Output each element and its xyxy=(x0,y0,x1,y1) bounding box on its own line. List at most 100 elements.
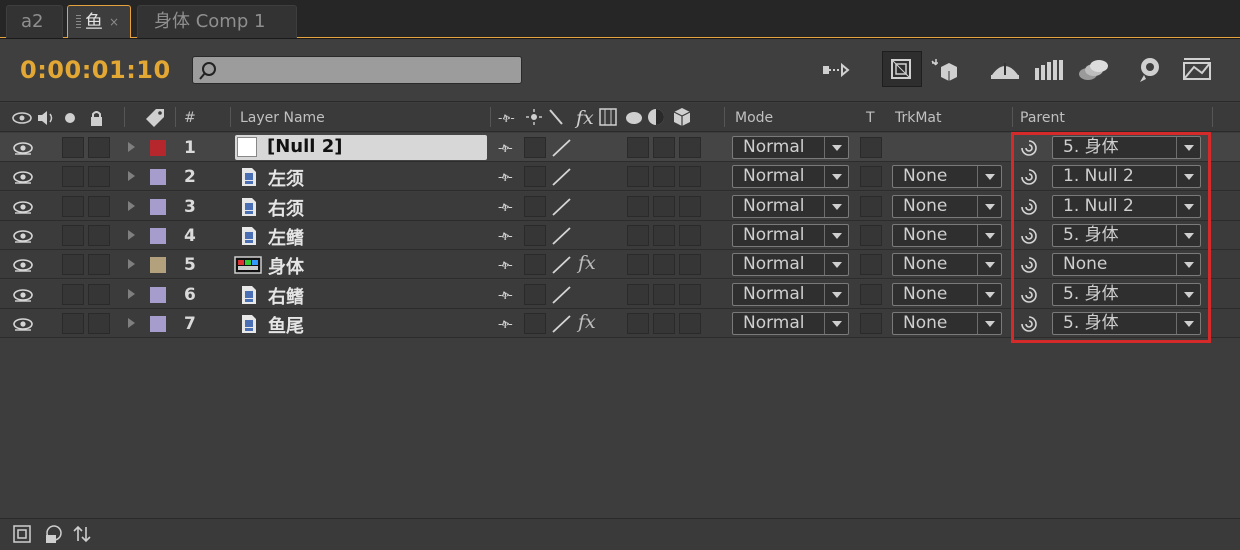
motion-blur-switch[interactable] xyxy=(653,166,675,188)
3d-layer-switch[interactable] xyxy=(679,254,701,276)
preserve-transparency-switch[interactable] xyxy=(860,254,882,276)
trkmat-dropdown[interactable]: None xyxy=(892,223,1002,247)
solo-switch[interactable] xyxy=(62,283,84,305)
3d-layer-switch[interactable] xyxy=(679,166,701,188)
shy-switch[interactable]: -ቅ- xyxy=(498,258,513,273)
shy-switch[interactable]: -ቅ- xyxy=(498,170,513,185)
collapse-switch[interactable] xyxy=(524,137,546,158)
quality-switch-icon[interactable] xyxy=(550,254,574,276)
label-color-swatch[interactable] xyxy=(150,198,166,215)
lock-switch[interactable] xyxy=(88,137,110,158)
trkmat-dropdown[interactable]: None xyxy=(892,165,1002,189)
expand-triangle-icon[interactable] xyxy=(128,259,135,270)
motion-blur-switch[interactable] xyxy=(653,195,675,217)
tab-body-comp[interactable]: 身体 Comp 1 xyxy=(137,5,297,38)
3d-layer-switch[interactable] xyxy=(679,195,701,217)
quality-switch-icon[interactable] xyxy=(550,166,574,188)
tab-a2[interactable]: a2 xyxy=(6,5,63,38)
parent-column-header[interactable]: Parent xyxy=(1020,110,1065,126)
layer-name[interactable]: 右须 xyxy=(268,195,304,221)
solo-switch[interactable] xyxy=(62,195,84,217)
visibility-eye-icon[interactable] xyxy=(12,286,34,302)
mode-dropdown[interactable]: Normal xyxy=(732,282,849,306)
mode-dropdown[interactable]: Normal xyxy=(732,136,849,159)
trkmat-column-header[interactable]: TrkMat xyxy=(895,110,942,126)
layer-name-column-header[interactable]: Layer Name xyxy=(240,110,325,126)
layer-name[interactable]: 右鳍 xyxy=(268,283,304,309)
lock-switch[interactable] xyxy=(88,166,110,188)
frame-blend-switch[interactable] xyxy=(627,166,649,188)
label-color-swatch[interactable] xyxy=(150,140,166,156)
label-color-swatch[interactable] xyxy=(150,286,166,303)
visibility-eye-icon[interactable] xyxy=(12,198,34,214)
trkmat-dropdown[interactable]: None xyxy=(892,253,1002,277)
frame-blend-switch[interactable] xyxy=(627,195,649,217)
tab-fish-active[interactable]: 鱼 × xyxy=(67,5,131,38)
layer-name[interactable]: 身体 xyxy=(268,253,304,279)
shy-switch[interactable]: -ቅ- xyxy=(498,141,513,156)
graph-editor-icon[interactable] xyxy=(1134,55,1168,85)
solo-switch[interactable] xyxy=(62,224,84,246)
layer-name[interactable]: 左鳍 xyxy=(268,224,304,250)
expand-triangle-icon[interactable] xyxy=(128,142,135,152)
t-column-header[interactable]: T xyxy=(866,110,875,126)
frame-blending-icon[interactable] xyxy=(988,55,1022,85)
layer-name[interactable]: 鱼尾 xyxy=(268,312,304,338)
label-color-swatch[interactable] xyxy=(150,257,166,274)
quality-switch-icon[interactable] xyxy=(550,313,574,335)
preserve-transparency-switch[interactable] xyxy=(860,312,882,334)
mode-dropdown[interactable]: Normal xyxy=(732,194,849,218)
3d-layer-switch[interactable] xyxy=(679,283,701,305)
drag-grip-icon[interactable] xyxy=(76,15,81,29)
quality-switch-icon[interactable] xyxy=(550,284,574,306)
collapse-switch[interactable] xyxy=(524,166,546,188)
visibility-eye-icon[interactable] xyxy=(12,315,34,331)
frame-blend-switch[interactable] xyxy=(627,283,649,305)
mode-dropdown[interactable]: Normal xyxy=(732,311,849,335)
visibility-eye-icon[interactable] xyxy=(12,227,34,243)
effects-switch[interactable]: fx xyxy=(578,311,596,333)
label-color-swatch[interactable] xyxy=(150,169,166,186)
3d-layer-switch[interactable] xyxy=(679,137,701,158)
draft-3d-icon[interactable] xyxy=(882,51,922,87)
collapse-switch[interactable] xyxy=(524,224,546,246)
shy-switch[interactable]: -ቅ- xyxy=(498,229,513,244)
3d-layer-switch[interactable] xyxy=(679,312,701,334)
trkmat-dropdown[interactable]: None xyxy=(892,311,1002,335)
layer-name[interactable]: 左须 xyxy=(268,165,304,191)
hide-shy-layers-icon[interactable] xyxy=(928,55,962,85)
frame-blend-switch[interactable] xyxy=(627,224,649,246)
lock-switch[interactable] xyxy=(88,254,110,276)
motion-blur-icon[interactable] xyxy=(1032,55,1066,85)
expand-triangle-icon[interactable] xyxy=(128,317,135,328)
graph-editor-toggle-icon[interactable] xyxy=(1180,55,1214,85)
quality-switch-icon[interactable] xyxy=(550,137,574,159)
quality-switch-icon[interactable] xyxy=(550,196,574,218)
shy-switch[interactable]: -ቅ- xyxy=(498,288,513,303)
search-input[interactable] xyxy=(192,56,522,84)
preserve-transparency-switch[interactable] xyxy=(860,166,882,188)
preserve-transparency-switch[interactable] xyxy=(860,224,882,246)
shy-switch[interactable]: -ቅ- xyxy=(498,200,513,215)
motion-blur-switch[interactable] xyxy=(653,137,675,158)
frame-blend-switch[interactable] xyxy=(627,254,649,276)
solo-switch[interactable] xyxy=(62,312,84,334)
mode-dropdown[interactable]: Normal xyxy=(732,165,849,189)
expand-triangle-icon[interactable] xyxy=(128,171,135,182)
visibility-eye-icon[interactable] xyxy=(12,168,34,184)
brainstorm-icon[interactable] xyxy=(1076,55,1110,85)
solo-switch[interactable] xyxy=(62,254,84,276)
composition-flowchart-icon[interactable] xyxy=(820,55,854,85)
frame-blend-switch[interactable] xyxy=(627,312,649,334)
label-color-swatch[interactable] xyxy=(150,315,166,332)
motion-blur-switch[interactable] xyxy=(653,224,675,246)
motion-blur-switch[interactable] xyxy=(653,283,675,305)
number-column-header[interactable]: # xyxy=(184,110,196,126)
mode-column-header[interactable]: Mode xyxy=(735,110,773,126)
expand-triangle-icon[interactable] xyxy=(128,288,135,299)
expand-triangle-icon[interactable] xyxy=(128,200,135,211)
lock-switch[interactable] xyxy=(88,195,110,217)
solo-switch[interactable] xyxy=(62,166,84,188)
lock-switch[interactable] xyxy=(88,312,110,334)
trkmat-dropdown[interactable]: None xyxy=(892,194,1002,218)
